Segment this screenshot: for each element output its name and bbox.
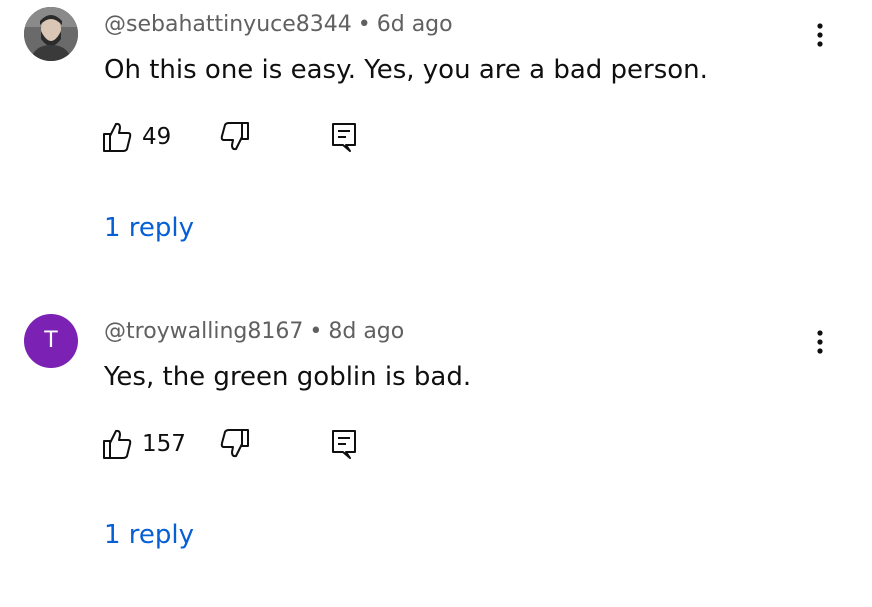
comment: @sebahattinyuce8344 • 6d ago Oh this one i… xyxy=(0,0,872,300)
comment-meta: @sebahattinyuce8344 • 6d ago xyxy=(104,10,453,40)
more-vert-icon xyxy=(817,23,823,47)
comment: T @troywalling8167 • 8d ago Yes, the green… xyxy=(0,307,872,607)
more-vert-icon xyxy=(817,330,823,354)
reply-icon xyxy=(332,430,356,459)
like-button[interactable]: 49 xyxy=(100,117,171,157)
like-count: 157 xyxy=(142,431,186,457)
comment-text: Yes, the green goblin is bad. xyxy=(104,362,472,392)
like-button[interactable]: 157 xyxy=(100,424,186,464)
dislike-button[interactable] xyxy=(218,426,254,462)
thumb-down-icon xyxy=(220,429,249,458)
meta-separator: • xyxy=(357,12,371,37)
comment-time[interactable]: 6d ago xyxy=(377,12,453,37)
view-replies-link[interactable]: 1 reply xyxy=(104,210,194,246)
more-options-button[interactable] xyxy=(806,325,834,361)
reply-button[interactable] xyxy=(326,119,362,155)
comment-actions: 49 xyxy=(100,117,500,157)
author-handle[interactable]: @troywalling8167 xyxy=(104,319,303,344)
comment-text: Oh this one is easy. Yes, you are a bad … xyxy=(104,55,708,85)
comment-time[interactable]: 8d ago xyxy=(328,319,404,344)
thumb-up-icon xyxy=(103,122,132,152)
comment-actions: 157 xyxy=(100,424,500,464)
view-replies-link[interactable]: 1 reply xyxy=(104,517,194,553)
reply-button[interactable] xyxy=(326,426,362,462)
comment-meta: @troywalling8167 • 8d ago xyxy=(104,317,404,347)
avatar[interactable]: T xyxy=(24,314,78,368)
author-handle[interactable]: @sebahattinyuce8344 xyxy=(104,12,352,37)
thumb-up-icon xyxy=(103,429,132,459)
avatar[interactable] xyxy=(24,7,78,61)
like-count: 49 xyxy=(142,124,172,150)
dislike-button[interactable] xyxy=(218,119,254,155)
meta-separator: • xyxy=(309,319,323,344)
more-options-button[interactable] xyxy=(806,18,834,54)
thumb-down-icon xyxy=(220,122,249,151)
reply-icon xyxy=(332,123,356,152)
